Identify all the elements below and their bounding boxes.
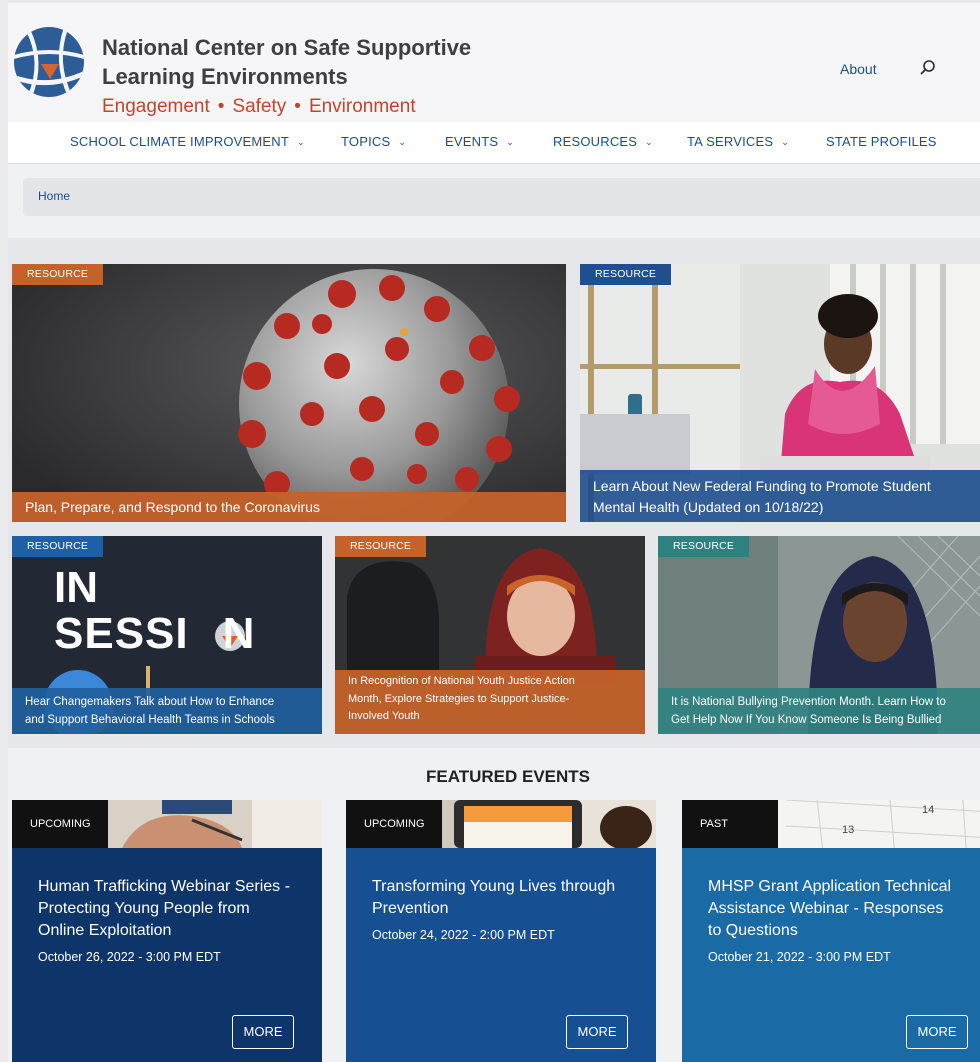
caption-line: Involved Youth: [348, 710, 420, 722]
in-session-text-n: N: [222, 609, 256, 658]
caption-line: Learn About New Federal Funding to Promo…: [593, 478, 931, 494]
chevron-down-icon: ⌄: [506, 137, 514, 147]
nav-label: EVENTS: [445, 134, 499, 149]
resource-badge: RESOURCE: [580, 264, 672, 285]
caption-line: Month, Explore Strategies to Support Jus…: [348, 692, 570, 705]
breadcrumb: Home: [23, 178, 980, 216]
event-title[interactable]: Transforming Young Lives through Prevent…: [372, 876, 632, 920]
more-button[interactable]: MORE: [566, 1015, 628, 1049]
nav-events[interactable]: EVENTS ⌄: [445, 134, 514, 149]
event-card[interactable]: 14 13 PAST MHSP Grant Application Techni…: [682, 800, 980, 1062]
nav-label: SCHOOL CLIMATE IMPROVEMENT: [70, 134, 290, 149]
event-card[interactable]: UPCOMING Human Trafficking Webinar Serie…: [12, 800, 322, 1062]
resource-caption: Hear Changemakers Talk about How to Enha…: [12, 688, 322, 734]
chevron-down-icon: ⌄: [645, 137, 653, 147]
caption-line: and Support Behavioral Health Teams in S…: [25, 714, 275, 726]
resource-badge: RESOURCE: [658, 536, 750, 557]
event-title[interactable]: Human Trafficking Webinar Series - Prote…: [38, 876, 298, 942]
event-status-badge: UPCOMING: [12, 800, 108, 848]
featured-events-heading: FEATURED EVENTS: [425, 767, 591, 786]
more-button[interactable]: MORE: [232, 1015, 294, 1049]
caption-line: Plan, Prepare, and Respond to the Corona…: [25, 499, 320, 515]
resource-grid: RESOURCE Plan, Prepare, and Respond to t…: [8, 238, 980, 748]
event-body: MHSP Grant Application Technical Assista…: [682, 848, 980, 1062]
resource-tile-youth-justice[interactable]: RESOURCE In Recognition of National Yout…: [335, 536, 645, 734]
nav-state-profiles[interactable]: STATE PROFILES: [826, 134, 937, 149]
resource-tile-bullying-prevention[interactable]: RESOURCE It is National Bullying Prevent…: [658, 536, 980, 734]
about-link[interactable]: About: [840, 61, 877, 77]
resource-caption: Plan, Prepare, and Respond to the Corona…: [12, 492, 566, 522]
tagline-environment: Environment: [308, 96, 416, 117]
event-body: Human Trafficking Webinar Series - Prote…: [12, 848, 322, 1062]
nav-topics[interactable]: TOPICS ⌄: [341, 134, 406, 149]
tagline: Engagement • Safety • Environment: [102, 96, 416, 118]
chevron-down-icon: ⌄: [781, 137, 789, 147]
resource-badge: RESOURCE: [12, 536, 104, 557]
event-date: October 24, 2022 - 2:00 PM EDT: [372, 928, 555, 942]
caption-line: Get Help Now If You Know Someone Is Bein…: [671, 714, 942, 726]
calendar-number: 13: [842, 824, 855, 836]
tagline-separator: •: [294, 96, 301, 117]
resource-caption: Learn About New Federal Funding to Promo…: [580, 470, 980, 522]
page: National Center on Safe Supportive Learn…: [8, 0, 980, 1062]
caption-line: Mental Health (Updated on 10/18/22): [593, 499, 824, 515]
nav-label: TA SERVICES: [687, 134, 774, 149]
more-button[interactable]: MORE: [906, 1015, 968, 1049]
event-card[interactable]: UPCOMING Transforming Young Lives throug…: [346, 800, 656, 1062]
nav-label: STATE PROFILES: [826, 134, 937, 149]
tagline-engagement: Engagement: [102, 96, 210, 117]
tagline-safety: Safety: [232, 96, 287, 117]
resource-caption: In Recognition of National Youth Justice…: [335, 670, 645, 734]
in-session-word-in: IN: [54, 563, 98, 612]
in-session-word-session: SESSI N: [54, 612, 255, 656]
event-status-badge: UPCOMING: [346, 800, 442, 848]
breadcrumb-home-link[interactable]: Home: [38, 189, 70, 203]
event-title[interactable]: MHSP Grant Application Technical Assista…: [708, 876, 956, 942]
globe-logo-icon[interactable]: [12, 25, 86, 99]
event-date: October 21, 2022 - 3:00 PM EDT: [708, 950, 891, 964]
nav-label: TOPICS: [341, 134, 391, 149]
caption-line: In Recognition of National Youth Justice…: [348, 675, 575, 687]
nav-label: RESOURCES: [553, 134, 638, 149]
resource-badge: RESOURCE: [12, 264, 104, 285]
site-title[interactable]: National Center on Safe Supportive Learn…: [102, 33, 522, 91]
event-date: October 26, 2022 - 3:00 PM EDT: [38, 950, 221, 964]
resource-badge: RESOURCE: [335, 536, 427, 557]
caption-line: Hear Changemakers Talk about How to Enha…: [25, 696, 275, 708]
nav-school-climate-improvement[interactable]: SCHOOL CLIMATE IMPROVEMENT ⌄: [70, 134, 305, 149]
chevron-down-icon: ⌄: [398, 137, 407, 147]
chevron-down-icon: ⌄: [297, 137, 305, 147]
resource-tile-federal-funding[interactable]: RESOURCE Learn About New Federal Funding…: [580, 264, 980, 522]
search-icon[interactable]: [916, 57, 938, 79]
resource-tile-in-session[interactable]: IN SESSI N RESOURCE Hear Changemakers Tal…: [12, 536, 322, 734]
coronavirus-image: [12, 264, 566, 522]
site-header: National Center on Safe Supportive Learn…: [8, 0, 980, 122]
resource-tile-coronavirus[interactable]: RESOURCE Plan, Prepare, and Respond to t…: [12, 264, 566, 522]
in-session-text-sessi: SESSI: [54, 609, 189, 658]
calendar-number: 14: [922, 804, 935, 816]
main-nav: SCHOOL CLIMATE IMPROVEMENT ⌄ TOPICS ⌄ EVEN…: [8, 122, 980, 164]
event-body: Transforming Young Lives through Prevent…: [346, 848, 656, 1062]
resource-caption: It is National Bullying Prevention Month…: [658, 688, 980, 734]
nav-ta-services[interactable]: TA SERVICES ⌄: [687, 134, 789, 149]
tagline-separator: •: [217, 96, 225, 117]
caption-line: It is National Bullying Prevention Month…: [671, 696, 946, 708]
nav-resources[interactable]: RESOURCES ⌄: [553, 134, 653, 149]
event-status-badge: PAST: [682, 800, 778, 848]
